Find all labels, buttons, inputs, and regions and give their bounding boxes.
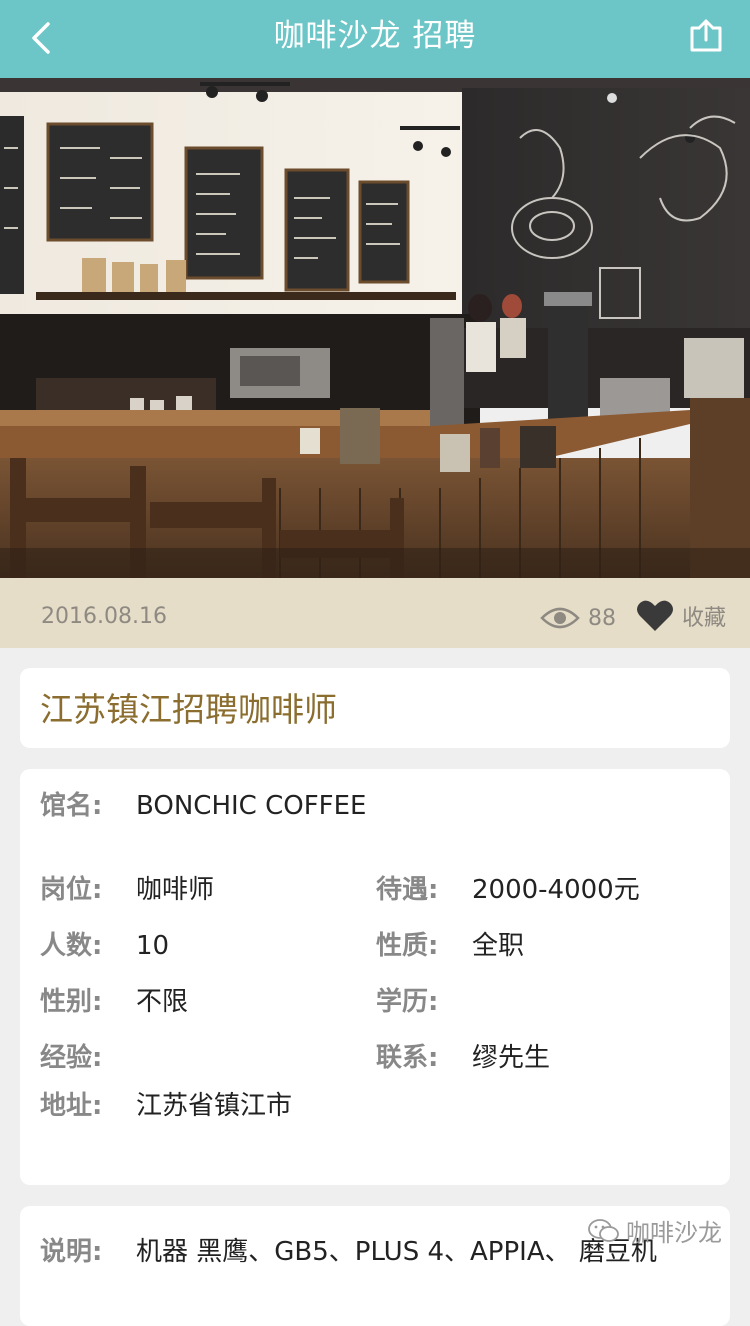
address-label: 地址:: [40, 1091, 103, 1121]
position-value: 咖啡师: [136, 875, 215, 905]
headcount-row: 人数: 10: [40, 928, 169, 964]
venue-row: 馆名: BONCHIC COFFEE: [40, 788, 366, 824]
address-row: 地址: 江苏省镇江市: [40, 1088, 292, 1124]
job-title-card: 江苏镇江招聘咖啡师: [20, 668, 730, 748]
address-value: 江苏省镇江市: [136, 1091, 293, 1121]
position-row: 岗位: 咖啡师: [40, 872, 214, 908]
gender-label: 性别:: [40, 987, 103, 1017]
wechat-watermark: 咖啡沙龙: [588, 1213, 722, 1248]
description-row: 说明: 机器 黑鹰、GB5、PLUS 4、APPIA、 磨豆机: [40, 1234, 657, 1270]
post-date: 2016.08.16: [41, 604, 167, 629]
job-details-card: 馆名: BONCHIC COFFEE 岗位: 咖啡师 待遇: 2000-4000元 人…: [20, 769, 730, 1185]
cafe-interior-illustration: [0, 78, 750, 578]
education-row: 学历:: [376, 984, 472, 1020]
contact-label: 联系:: [376, 1043, 439, 1073]
contact-value: 缪先生: [472, 1043, 551, 1073]
salary-row: 待遇: 2000-4000元: [376, 872, 640, 908]
job-type-label: 性质:: [376, 931, 439, 961]
share-icon: [690, 19, 722, 52]
job-type-row: 性质: 全职: [376, 928, 524, 964]
headcount-value: 10: [136, 931, 170, 961]
job-type-value: 全职: [472, 931, 525, 961]
post-meta-bar: 2016.08.16 88 收藏: [0, 578, 750, 648]
job-title: 江苏镇江招聘咖啡师: [40, 690, 337, 729]
venue-label: 馆名:: [40, 791, 103, 821]
wechat-icon: [588, 1218, 619, 1242]
favorite-button[interactable]: 收藏: [636, 596, 726, 636]
favorite-label: 收藏: [682, 606, 727, 631]
top-nav-bar: 咖啡沙龙 招聘: [0, 0, 750, 78]
description-text: 机器 黑鹰、GB5、PLUS 4、APPIA、 磨豆机: [136, 1237, 657, 1267]
share-button[interactable]: [678, 10, 734, 62]
back-button[interactable]: [14, 12, 70, 64]
venue-value: BONCHIC COFFEE: [136, 791, 367, 821]
education-label: 学历:: [376, 987, 439, 1017]
page-title: 咖啡沙龙 招聘: [273, 18, 477, 54]
eye-icon: [540, 607, 580, 629]
gender-row: 性别: 不限: [40, 984, 188, 1020]
description-label: 说明:: [40, 1237, 103, 1267]
contact-row: 联系: 缪先生: [376, 1040, 550, 1076]
gender-value: 不限: [136, 987, 189, 1017]
view-count-value: 88: [588, 605, 616, 631]
experience-label: 经验:: [40, 1043, 103, 1073]
position-label: 岗位:: [40, 875, 103, 905]
watermark-text: 咖啡沙龙: [626, 1219, 722, 1247]
experience-row: 经验:: [40, 1040, 136, 1076]
chevron-left-icon: [32, 22, 50, 54]
view-count: 88: [540, 600, 616, 636]
salary-label: 待遇:: [376, 875, 439, 905]
cafe-photo: [0, 78, 750, 578]
headcount-label: 人数:: [40, 931, 103, 961]
heart-icon: [637, 600, 673, 631]
salary-value: 2000-4000元: [472, 875, 640, 905]
